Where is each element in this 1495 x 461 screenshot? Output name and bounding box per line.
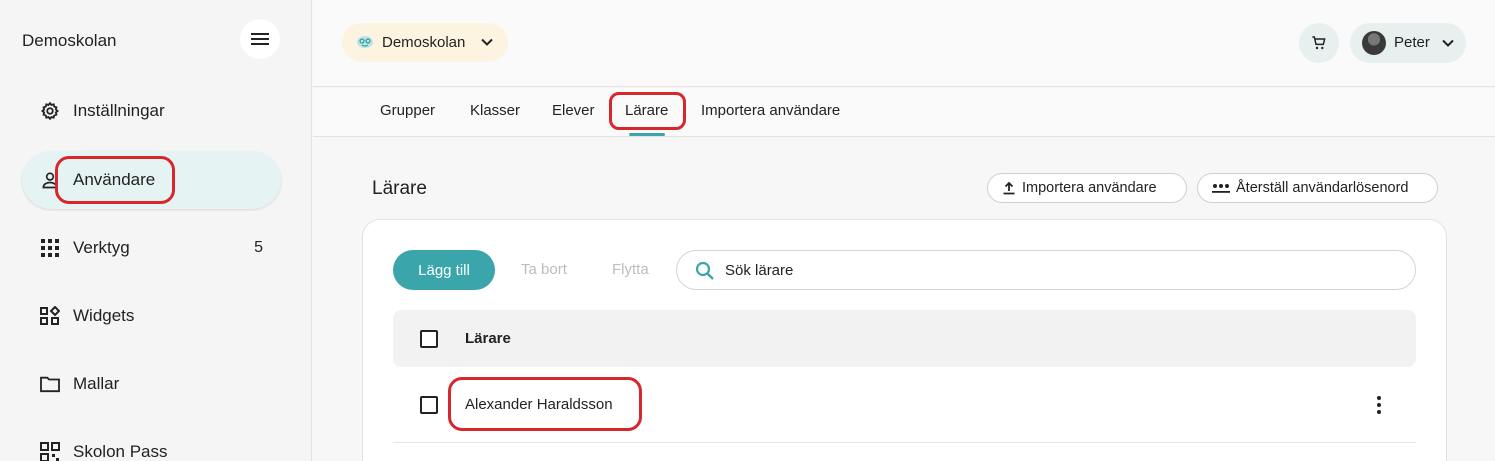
remove-button[interactable]: Ta bort xyxy=(521,261,567,278)
sidebar-item-label: Widgets xyxy=(73,306,135,325)
sidebar: Demoskolan Inställningar Användare Verkt… xyxy=(0,0,312,461)
tab-importera-anvandare[interactable]: Importera användare xyxy=(701,102,840,119)
move-button[interactable]: Flytta xyxy=(612,261,649,278)
cart-button[interactable] xyxy=(1299,23,1339,63)
search-icon xyxy=(695,261,714,280)
search-input[interactable] xyxy=(725,260,1385,280)
tab-klasser[interactable]: Klasser xyxy=(470,102,520,119)
widgets-icon xyxy=(39,305,61,327)
password-icon xyxy=(1212,182,1230,194)
chevron-down-icon xyxy=(1442,39,1454,47)
column-header-larare[interactable]: Lärare xyxy=(465,330,511,347)
sidebar-brand: Demoskolan xyxy=(22,31,117,50)
reset-passwords-label: Återställ användarlösenord xyxy=(1236,180,1409,196)
sidebar-item-label: Användare xyxy=(73,170,156,189)
chevron-down-icon xyxy=(481,38,493,46)
avatar xyxy=(1362,31,1386,55)
sidebar-item-mallar[interactable]: Mallar xyxy=(22,355,281,413)
folder-icon xyxy=(39,373,61,395)
row-checkbox[interactable] xyxy=(420,396,438,414)
tab-grupper[interactable]: Grupper xyxy=(380,102,435,119)
grid-icon xyxy=(39,237,61,259)
person-icon xyxy=(39,169,61,191)
sidebar-item-label: Skolon Pass xyxy=(73,442,168,461)
tab-larare[interactable]: Lärare xyxy=(625,102,668,119)
upload-icon xyxy=(1002,181,1016,195)
school-logo-icon xyxy=(357,36,373,48)
gear-icon xyxy=(39,100,61,122)
teacher-name[interactable]: Alexander Haraldsson xyxy=(465,396,613,413)
school-name: Demoskolan xyxy=(382,34,466,51)
more-options-icon[interactable] xyxy=(1369,393,1389,417)
sidebar-item-verktyg[interactable]: Verktyg 5 xyxy=(22,219,281,277)
tab-bar: Grupper Klasser Elever Lärare Importera … xyxy=(313,88,1495,137)
sidebar-item-label: Mallar xyxy=(73,374,120,393)
sidebar-item-count: 5 xyxy=(254,239,263,256)
school-selector[interactable]: Demoskolan xyxy=(342,23,508,62)
import-users-button[interactable]: Importera användare xyxy=(987,173,1187,203)
cart-icon xyxy=(1312,36,1326,50)
hamburger-icon xyxy=(251,33,269,45)
active-tab-indicator xyxy=(629,133,665,136)
sidebar-item-skolon-pass[interactable]: Skolon Pass xyxy=(22,423,281,461)
sidebar-item-label: Inställningar xyxy=(73,101,165,120)
page-title: Lärare xyxy=(372,178,427,199)
select-all-checkbox[interactable] xyxy=(420,330,438,348)
user-menu[interactable]: Peter xyxy=(1350,23,1466,63)
search-field[interactable] xyxy=(676,250,1416,290)
import-users-label: Importera användare xyxy=(1022,180,1157,196)
sidebar-item-label: Verktyg xyxy=(73,238,130,257)
table-row[interactable]: Alexander Haraldsson xyxy=(393,367,1416,443)
table-header: Lärare xyxy=(393,310,1416,367)
sidebar-item-widgets[interactable]: Widgets xyxy=(22,287,281,345)
add-button[interactable]: Lägg till xyxy=(393,250,495,290)
menu-toggle-button[interactable] xyxy=(240,19,280,59)
user-name: Peter xyxy=(1394,34,1430,51)
reset-passwords-button[interactable]: Återställ användarlösenord xyxy=(1197,173,1438,203)
sidebar-item-installningar[interactable]: Inställningar xyxy=(22,82,281,140)
top-header: Demoskolan Peter xyxy=(313,0,1495,87)
tab-elever[interactable]: Elever xyxy=(552,102,595,119)
qr-code-icon xyxy=(39,441,61,461)
sidebar-item-anvandare[interactable]: Användare xyxy=(22,151,281,209)
